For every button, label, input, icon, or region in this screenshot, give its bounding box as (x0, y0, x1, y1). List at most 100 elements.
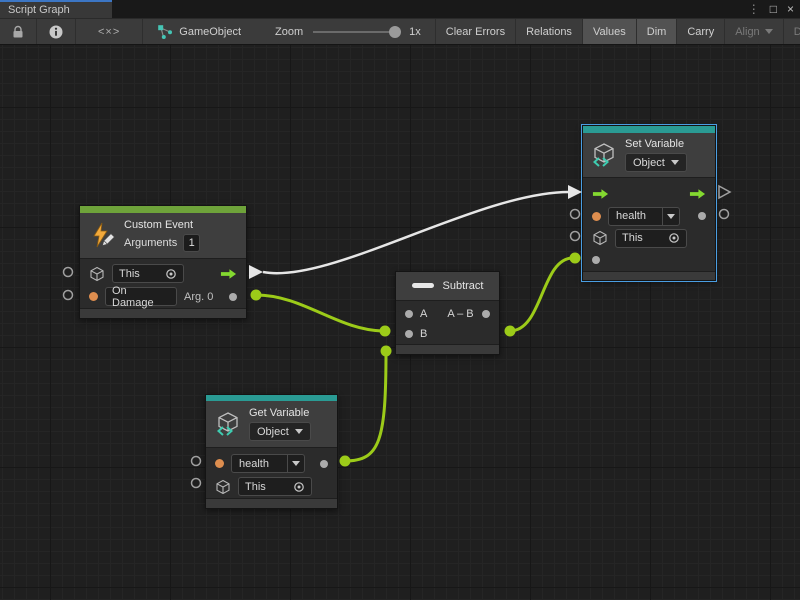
wire-endpoint[interactable] (505, 326, 516, 337)
align-button[interactable]: Align (725, 19, 783, 44)
variable-name-dropdown[interactable]: health (608, 207, 680, 226)
variable-accent-bar (583, 126, 715, 133)
carry-button[interactable]: Carry (677, 19, 725, 44)
object-picker-icon[interactable] (668, 232, 680, 244)
string-port-icon[interactable] (592, 212, 601, 221)
gameobject-cube-icon (592, 230, 608, 246)
caret-down-icon (765, 29, 773, 34)
zoom-slider[interactable] (313, 31, 399, 33)
wire-endpoint[interactable] (340, 456, 351, 467)
node-title: Subtract (443, 280, 484, 292)
target-value: This (119, 268, 161, 280)
value-port-icon[interactable] (405, 310, 413, 318)
value-port-icon[interactable] (405, 330, 413, 338)
node-header: Subtract (396, 272, 499, 301)
value-wire-subtract-to-setvar[interactable] (510, 258, 573, 331)
flow-wire[interactable] (263, 192, 569, 273)
graph-target[interactable]: GameObject (143, 19, 251, 44)
values-button[interactable]: Values (583, 19, 637, 44)
variable-scope-dropdown[interactable]: Object (249, 422, 311, 441)
node-get-variable[interactable]: Get Variable Object health (205, 394, 338, 509)
window-menu-icon[interactable]: ⋮ (748, 3, 760, 15)
value-port-icon[interactable] (482, 310, 490, 318)
distribute-button[interactable]: Distribute (784, 19, 800, 44)
clear-errors-button[interactable]: Clear Errors (436, 19, 516, 44)
wire-endpoint[interactable] (381, 346, 392, 357)
value-port-icon[interactable] (229, 293, 237, 301)
object-picker-icon[interactable] (293, 481, 305, 493)
string-port-icon[interactable] (215, 459, 224, 468)
external-port[interactable] (192, 479, 201, 488)
dim-button[interactable]: Dim (637, 19, 678, 44)
node-title: Set Variable (625, 138, 687, 150)
value-port-icon[interactable] (698, 212, 706, 220)
external-port[interactable] (64, 268, 73, 277)
flow-input-arrow-icon[interactable] (592, 188, 609, 200)
node-body: health This (583, 178, 715, 271)
port-row-input-value (583, 249, 715, 271)
external-port[interactable] (720, 210, 729, 219)
variable-scope-dropdown[interactable]: Object (625, 153, 687, 172)
flow-output-arrow-icon[interactable] (220, 268, 237, 280)
event-value: On Damage (112, 285, 170, 309)
target-field[interactable]: This (615, 229, 687, 248)
variable-icon (215, 411, 241, 437)
node-custom-event[interactable]: Custom Event Arguments 1 This (79, 205, 247, 319)
zoom-label: Zoom (275, 26, 303, 38)
target-value: This (622, 232, 664, 244)
variable-name-value: health (232, 458, 287, 470)
dropdown-arrow-button[interactable] (662, 208, 679, 225)
graph-canvas[interactable]: Custom Event Arguments 1 This (0, 45, 800, 600)
lock-button[interactable] (0, 19, 37, 44)
code-icon: <×> (98, 26, 120, 38)
button-label: Carry (687, 26, 714, 38)
node-footer (206, 498, 337, 508)
string-port-icon[interactable] (89, 292, 98, 301)
scope-value: Object (633, 157, 665, 169)
info-button[interactable] (37, 19, 76, 44)
flow-wire-start-arrow[interactable] (249, 265, 263, 279)
zoom-control: Zoom 1x (265, 19, 436, 44)
port-row-name: health (583, 205, 715, 227)
value-wire-arg-to-a[interactable] (256, 295, 385, 331)
tab-strip: Script Graph ⋮ □ × (0, 0, 800, 18)
flow-wire-end-arrow[interactable] (568, 185, 582, 199)
output-label: A – B (447, 308, 473, 320)
node-header: Custom Event Arguments 1 (80, 213, 246, 259)
external-port[interactable] (571, 232, 580, 241)
variable-name-dropdown[interactable]: health (231, 454, 305, 473)
value-port-icon[interactable] (320, 460, 328, 468)
maximize-icon[interactable]: □ (770, 3, 777, 15)
node-set-variable[interactable]: Set Variable Object health (582, 125, 716, 281)
tab-script-graph[interactable]: Script Graph (0, 0, 112, 18)
node-subtract[interactable]: Subtract A A – B B (395, 271, 500, 355)
object-picker-icon[interactable] (165, 268, 177, 280)
event-name-field[interactable]: On Damage (105, 287, 177, 306)
target-field[interactable]: This (112, 264, 184, 283)
node-footer (583, 271, 715, 280)
wire-endpoint[interactable] (251, 290, 262, 301)
port-row-flow (583, 183, 715, 205)
port-row-target: This (206, 475, 337, 498)
event-accent-bar (80, 206, 246, 213)
button-label: Distribute (794, 26, 800, 38)
value-wire-getvar-to-b[interactable] (345, 351, 386, 461)
node-body: A A – B B (396, 301, 499, 344)
target-field[interactable]: This (238, 477, 312, 496)
edit-graph-button[interactable]: <×> (76, 19, 143, 44)
value-port-icon[interactable] (592, 256, 600, 264)
external-flow-port[interactable] (719, 186, 730, 198)
dropdown-arrow-button[interactable] (287, 455, 304, 472)
external-port[interactable] (192, 457, 201, 466)
caret-down-icon (295, 429, 303, 434)
external-port[interactable] (64, 291, 73, 300)
close-icon[interactable]: × (787, 3, 794, 15)
flow-output-arrow-icon[interactable] (689, 188, 706, 200)
arguments-input[interactable]: 1 (183, 234, 200, 252)
wire-endpoint[interactable] (570, 253, 581, 264)
wire-endpoint[interactable] (380, 326, 391, 337)
relations-button[interactable]: Relations (516, 19, 583, 44)
external-port[interactable] (571, 210, 580, 219)
graph-toolbar: <×> GameObject Zoom 1x Clear Errors Rela… (0, 18, 800, 45)
zoom-slider-handle[interactable] (389, 26, 401, 38)
